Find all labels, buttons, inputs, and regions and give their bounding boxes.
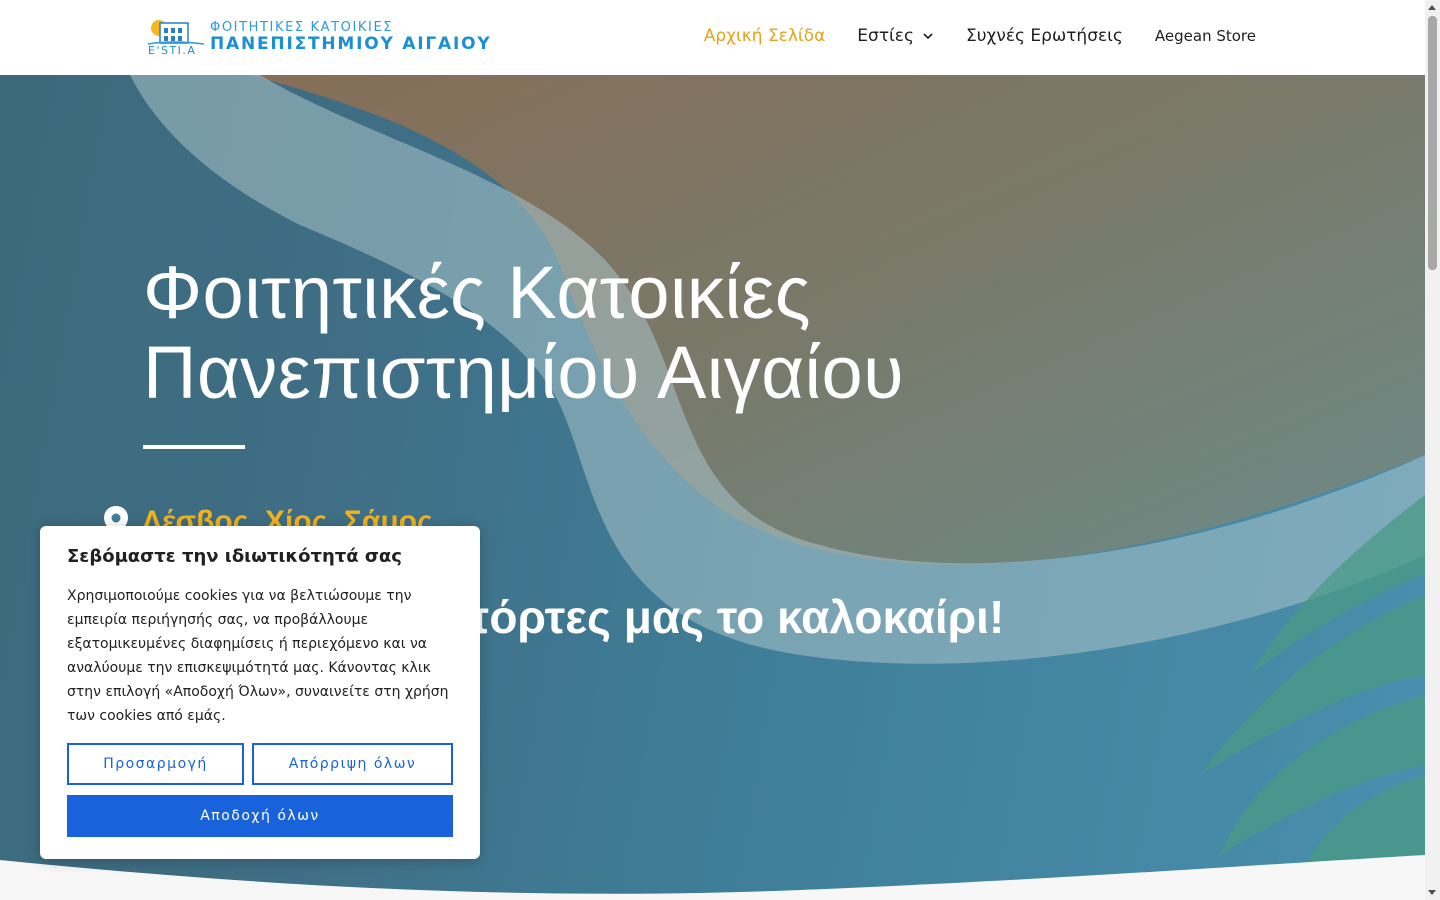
customize-button[interactable]: Προσαρμογή (67, 743, 244, 785)
nav-item-faq[interactable]: Συχνές Ερωτήσεις (966, 26, 1123, 46)
site-logo[interactable]: E'STI.A ΦΟΙΤΗΤΙΚΕΣ ΚΑΤΟΙΚΙΕΣ ΠΑΝΕΠΙΣΤΗΜΙ… (146, 18, 490, 58)
nav-item-residences[interactable]: Εστίες (857, 26, 934, 46)
chevron-down-icon (923, 33, 933, 40)
hero-title-line1: Φοιτητικές Κατοικίες (143, 251, 812, 334)
hero-divider (143, 445, 245, 449)
site-header: E'STI.A ΦΟΙΤΗΤΙΚΕΣ ΚΑΤΟΙΚΙΕΣ ΠΑΝΕΠΙΣΤΗΜΙ… (0, 0, 1425, 75)
accept-all-button[interactable]: Αποδοχή όλων (67, 795, 453, 837)
main-nav: Αρχική Σελίδα Εστίες Συχνές Ερωτήσεις Ae… (672, 24, 1256, 48)
nav-item-store[interactable]: Aegean Store (1155, 27, 1256, 45)
cookie-consent-panel: Σεβόμαστε την ιδιωτικότητά σας Χρησιμοπο… (40, 526, 480, 859)
reject-all-button[interactable]: Απόρριψη όλων (252, 743, 453, 785)
nav-item-residences-label: Εστίες (857, 26, 914, 46)
nav-item-home[interactable]: Αρχική Σελίδα (704, 26, 826, 46)
scroll-thumb[interactable] (1428, 16, 1437, 270)
scroll-up-icon[interactable] (1428, 5, 1436, 10)
hero-title: Φοιτητικές Κατοικίες Πανεπιστημίου Αιγαί… (143, 253, 1143, 413)
cookie-text: Χρησιμοποιούμε cookies για να βελτιώσουμ… (67, 588, 449, 724)
cookie-title: Σεβόμαστε την ιδιωτικότητά σας (67, 546, 402, 567)
page-scrollbar[interactable] (1425, 0, 1440, 900)
logo-line2: ΠΑΝΕΠΙΣΤΗΜΙΟΥ ΑΙΓΑΙΟΥ (210, 34, 492, 54)
hero-title-line2: Πανεπιστημίου Αιγαίου (143, 331, 905, 414)
logo-brand: E'STI.A (148, 44, 197, 57)
logo-line1: ΦΟΙΤΗΤΙΚΕΣ ΚΑΤΟΙΚΙΕΣ (210, 20, 394, 35)
scroll-down-icon[interactable] (1428, 890, 1436, 895)
